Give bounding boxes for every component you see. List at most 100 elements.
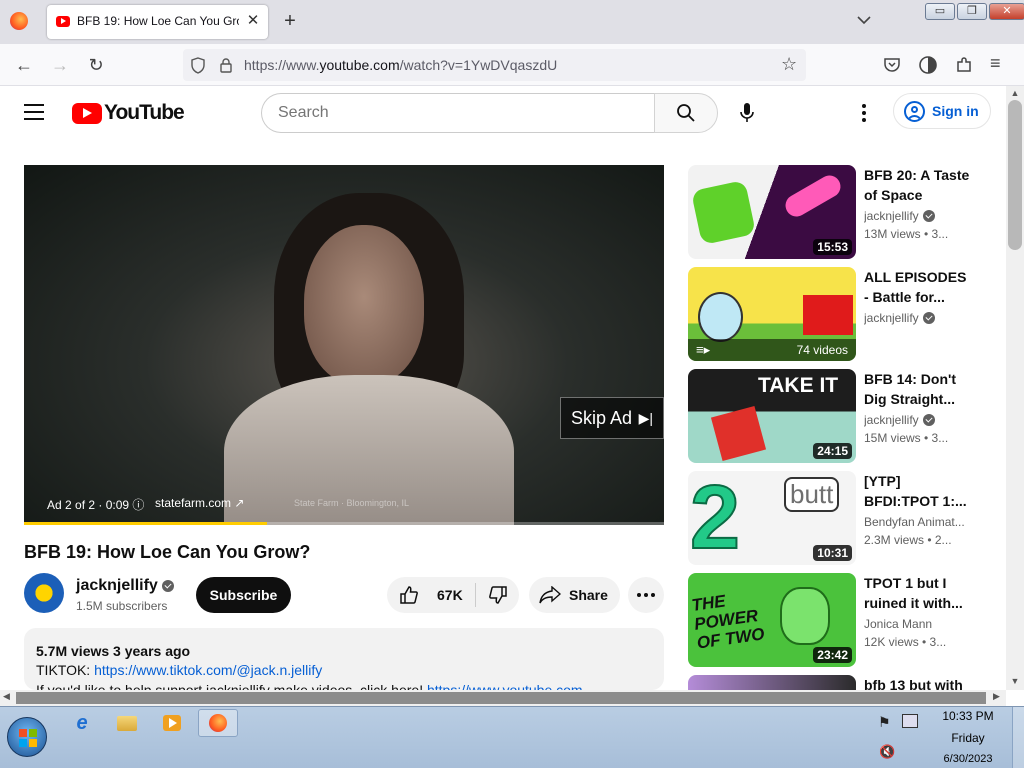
guide-menu-icon[interactable] [24,104,44,120]
recommendation-title[interactable]: BFB 14: Don't Dig Straight... [864,369,974,409]
description-box[interactable]: 5.7M views 3 years ago TIKTOK: https://w… [24,628,664,690]
url-text[interactable]: https://www.youtube.com/watch?v=1YwDVqas… [244,57,557,73]
show-desktop-button[interactable] [1012,707,1024,768]
media-player-icon[interactable] [152,709,192,737]
new-tab-button[interactable]: + [280,10,300,32]
search-placeholder: Search [278,104,329,121]
recommendation-item[interactable]: 2 butt 10:31 [YTP] BFDI:TPOT 1:... Bendy… [688,471,988,565]
search-input[interactable]: Search [261,93,655,133]
recommendation-title[interactable]: bfb 13 but with [864,675,974,690]
internet-explorer-icon[interactable]: e [62,709,102,737]
back-arrow-icon[interactable]: ← [11,44,37,86]
ad-progress-fill [24,522,268,525]
search-button[interactable] [654,93,718,133]
clock-time[interactable]: 10:33 PM [930,709,1006,723]
recommendation-channel: jacknjellify [864,311,976,325]
recommendation-item[interactable]: bfb 13 but with [688,675,988,690]
recommendation-stats: 13M views • 3... [864,227,949,241]
reload-icon[interactable]: ↻ [83,44,109,86]
verified-check-icon [922,312,935,324]
recommendation-thumbnail[interactable]: THE POWER OF TWO 23:42 [688,573,856,667]
settings-more-icon[interactable] [852,100,876,126]
firefox-taskbar-button[interactable] [198,709,238,737]
recommendation-thumbnail[interactable]: ≡▸ 74 videos [688,267,856,361]
clock-date[interactable]: 6/30/2023 [930,753,1006,765]
action-center-flag-icon[interactable]: ⚑ [878,714,891,731]
close-window-button[interactable]: ✕ [989,3,1024,20]
youtube-play-logo-icon [72,102,102,124]
views-and-age: 5.7M views 3 years ago [36,643,191,659]
network-icon[interactable] [902,714,918,728]
youtube-favicon-icon [56,16,70,27]
subscribe-button[interactable]: Subscribe [196,577,291,613]
list-all-tabs-icon[interactable] [856,13,872,27]
recommendation-thumbnail[interactable]: 2 butt 10:31 [688,471,856,565]
address-bar[interactable]: https://www.youtube.com/watch?v=1YwDVqas… [183,49,806,81]
thumbnail-text: TAKE IT [758,374,839,397]
recommendation-title[interactable]: BFB 20: A Taste of Space [864,165,974,205]
vertical-scroll-thumb[interactable] [1008,100,1022,250]
user-circle-icon [904,100,925,122]
ad-domain-link[interactable]: statefarm.com ↗ [155,496,244,510]
support-link[interactable]: https://www.youtube.com... [427,682,594,690]
share-arrow-icon [539,586,561,604]
forward-arrow-icon[interactable]: → [47,44,73,86]
channel-name-link[interactable]: jacknjellify [76,577,174,595]
recommendation-title[interactable]: [YTP] BFDI:TPOT 1:... [864,471,974,511]
lock-icon[interactable] [219,57,233,73]
voice-search-button[interactable] [730,95,764,131]
video-player[interactable]: Skip Ad ▶| Ad 2 of 2 · 0:09 ⓘ statefarm.… [24,165,664,525]
scroll-down-icon[interactable]: ▼ [1008,676,1022,686]
youtube-logo-text: YouTube [104,101,185,124]
like-dislike-group: 67K [387,577,519,613]
horizontal-scroll-thumb[interactable] [16,692,986,704]
like-button[interactable]: 67K [387,577,472,613]
tab-youtube-video[interactable]: BFB 19: How Loe Can You Grow ✕ [47,5,268,39]
recommendation-thumbnail[interactable] [688,675,856,690]
app-menu-hamburger-icon[interactable]: ≡ [990,54,1006,72]
youtube-logo[interactable]: YouTube [72,100,185,126]
microphone-icon [740,103,754,122]
recommendation-title[interactable]: TPOT 1 but I ruined it with... [864,573,974,613]
recommendation-item[interactable]: TAKE IT 24:15 BFB 14: Don't Dig Straight… [688,369,988,463]
scroll-up-icon[interactable]: ▲ [1008,88,1022,98]
recommendation-item[interactable]: 15:53 BFB 20: A Taste of Space jacknjell… [688,165,988,259]
tiktok-link[interactable]: https://www.tiktok.com/@jack.n.jellify [94,662,322,678]
tracking-shield-icon[interactable] [190,57,206,74]
start-button[interactable] [7,717,47,757]
extensions-puzzle-icon[interactable] [955,56,973,74]
tab-title: BFB 19: How Loe Can You Grow [77,14,239,28]
recommendation-thumbnail[interactable]: 15:53 [688,165,856,259]
account-sync-icon[interactable] [918,55,938,75]
recommendation-thumbnail[interactable]: TAKE IT 24:15 [688,369,856,463]
restore-button[interactable]: ❐ [957,3,987,20]
recommendation-item[interactable]: ≡▸ 74 videos ALL EPISODES - Battle for...… [688,267,988,361]
sign-in-button[interactable]: Sign in [893,93,991,129]
playlist-overlay: ≡▸ 74 videos [688,339,856,361]
scroll-right-icon[interactable]: ▶ [993,691,1000,702]
windows-logo-icon [19,729,37,747]
skip-ad-button[interactable]: Skip Ad ▶| [560,397,664,439]
youtube-masthead: YouTube Search Sign in [0,86,1006,142]
firefox-menu-icon[interactable] [10,12,28,30]
channel-name: jacknjellify [76,577,158,594]
share-button[interactable]: Share [529,577,620,613]
scroll-left-icon[interactable]: ◀ [3,691,10,702]
pocket-icon[interactable] [883,56,901,74]
clock-day[interactable]: Friday [930,731,1006,745]
info-icon[interactable]: ⓘ [132,498,144,512]
bookmark-star-icon[interactable]: ☆ [781,54,797,75]
volume-muted-icon[interactable]: 🔇 [879,744,895,760]
dislike-button[interactable] [477,577,519,613]
more-actions-button[interactable] [628,577,664,613]
duration-badge: 10:31 [813,545,852,561]
tab-close-icon[interactable]: ✕ [245,12,261,30]
recommendation-item[interactable]: THE POWER OF TWO 23:42 TPOT 1 but I ruin… [688,573,988,667]
channel-avatar[interactable] [24,573,64,613]
video-frame-face [304,225,424,385]
thumbs-down-icon [489,586,507,604]
channel-label: jacknjellify [864,209,919,223]
file-explorer-icon[interactable] [107,709,147,737]
recommendation-title[interactable]: ALL EPISODES - Battle for... [864,267,974,307]
minimize-button[interactable]: ▭ [925,3,955,20]
